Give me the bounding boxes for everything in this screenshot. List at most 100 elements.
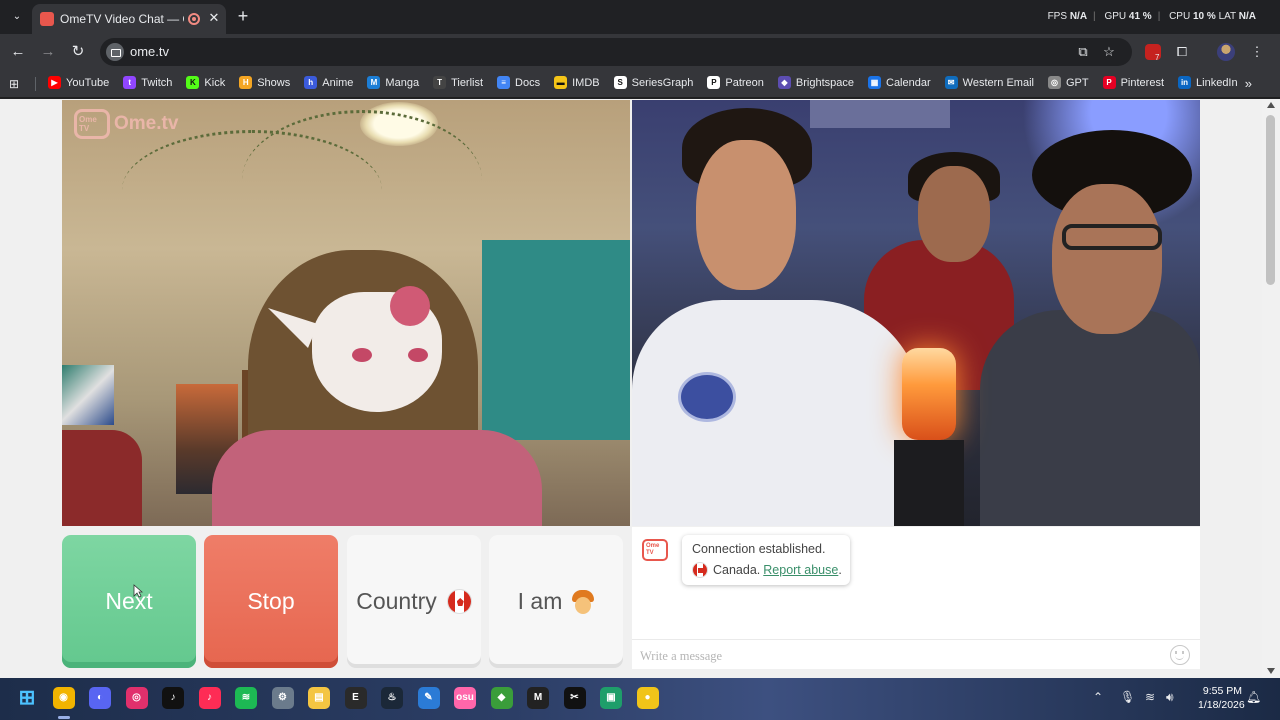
spotify-icon[interactable]: ≋	[235, 687, 257, 709]
bookmark-brightspace[interactable]: ◆ Brightspace	[777, 76, 854, 89]
bookmark-label: Brightspace	[795, 76, 854, 89]
microphone-icon[interactable]: 🎙︎	[1120, 690, 1135, 704]
bookmark-western-email[interactable]: ✉ Western Email	[944, 76, 1034, 89]
reload-icon[interactable]: ↻	[68, 42, 88, 62]
settings-icon[interactable]: ⚙	[271, 687, 294, 709]
cast-icon[interactable]: ⧉	[1074, 43, 1092, 61]
scroll-thumb[interactable]	[1266, 115, 1275, 285]
clock-time: 9:55 PM	[1202, 685, 1242, 697]
windows-start-icon[interactable]: ⊞	[16, 687, 38, 709]
instagram-icon[interactable]: ◎	[125, 687, 148, 709]
fps-value: N/A	[1069, 11, 1088, 22]
url-text[interactable]: ome.tv	[130, 44, 169, 59]
back-arrow-icon[interactable]: ←	[8, 42, 28, 62]
bookmark-gpt[interactable]: ◎ GPT	[1047, 76, 1089, 89]
close-tab-icon[interactable]: ✕	[206, 10, 222, 26]
bookmark-calendar[interactable]: ▦ Calendar	[868, 76, 931, 89]
linkedin-icon: in	[1178, 76, 1192, 89]
tiktok-icon[interactable]: ♪	[162, 687, 184, 709]
scroll-up-arrow-icon[interactable]	[1267, 102, 1275, 108]
bookmark-imdb[interactable]: ▬ IMDB	[554, 76, 600, 89]
steam-icon[interactable]: ♨	[381, 687, 403, 709]
bookmarks-list: ▶ YouTube t Twitch K Kick H Shows h Anime M Manga T T…	[48, 76, 1238, 89]
manga-icon: M	[367, 76, 381, 89]
chat-input-area	[632, 639, 1200, 669]
remote-video	[632, 100, 1200, 526]
kick-icon: K	[186, 76, 200, 89]
profile-avatar[interactable]	[1217, 43, 1235, 61]
notifications-bell-icon[interactable]: 🔔︎	[1246, 690, 1261, 706]
country-label: Country	[356, 588, 437, 614]
game-icon[interactable]: ◆	[490, 687, 513, 709]
file-explorer-icon[interactable]: ▤	[308, 687, 330, 709]
person-body	[632, 300, 922, 526]
forward-arrow-icon[interactable]: →	[38, 42, 58, 62]
circle-app-icon[interactable]: ●	[636, 687, 659, 709]
bookmark-label: Kick	[204, 76, 226, 89]
launcher-icon[interactable]: M	[527, 687, 549, 709]
bookmark-star-icon[interactable]: ☆	[1100, 43, 1118, 61]
more-bookmarks-chevron-icon[interactable]: »	[1245, 76, 1252, 91]
extensions-puzzle-icon[interactable]: ⧠	[1173, 43, 1191, 61]
tab-search-button[interactable]: ⌄	[6, 7, 28, 27]
volume-icon[interactable]: 🔊︎	[1166, 690, 1174, 705]
scroll-down-arrow-icon[interactable]	[1267, 668, 1275, 674]
logo-text: Ome.tv	[114, 113, 179, 134]
menu-kebab-icon[interactable]: ⋮	[1248, 43, 1266, 61]
shows-icon: H	[239, 76, 253, 89]
page-scrollbar[interactable]	[1262, 99, 1280, 678]
tab-ometv[interactable]: OmeTV Video Chat — Ome ✕	[32, 4, 226, 34]
bookmark-label: YouTube	[66, 76, 110, 89]
bookmark-tierlist[interactable]: T Tierlist	[433, 76, 483, 89]
vscode-icon[interactable]: ✎	[417, 687, 440, 709]
orange-lamp	[902, 348, 956, 440]
report-abuse-link[interactable]: Report abuse	[763, 563, 838, 577]
site-info-icon[interactable]	[106, 43, 124, 61]
bookmark-seriesgraph[interactable]: S SeriesGraph	[613, 76, 693, 89]
bookmark-shows[interactable]: H Shows	[239, 76, 290, 89]
wifi-icon[interactable]: ≋	[1145, 690, 1155, 704]
new-tab-button[interactable]: +	[234, 7, 252, 25]
tiktok-alt-icon[interactable]: ♪	[198, 687, 221, 709]
browser-toolbar: ← → ↻ ome.tv ⧉ ☆ 7 ⧠ ⋮	[0, 34, 1280, 70]
brightspace-icon: ◆	[777, 76, 791, 89]
cpu-label: CPU	[1169, 11, 1191, 22]
anime-icon: h	[304, 76, 318, 89]
osu-icon[interactable]: osu	[454, 687, 476, 709]
bookmarks-bar: ⊞ ▶ YouTube t Twitch K Kick H Shows h Anime M Manga…	[0, 70, 1280, 98]
bookmark-linkedin[interactable]: in LinkedIn	[1178, 76, 1238, 89]
bookmark-label: GPT	[1065, 76, 1089, 89]
gender-select-button[interactable]: I am	[489, 535, 623, 668]
bookmark-pinterest[interactable]: P Pinterest	[1102, 76, 1164, 89]
system-clock[interactable]: 9:55 PM 1/18/2026	[1198, 684, 1245, 712]
tab-title: OmeTV Video Chat — Ome	[60, 12, 184, 26]
show-hidden-icons-chevron-icon[interactable]: ⌃	[1093, 690, 1103, 704]
shirt-patch	[678, 372, 736, 422]
bookmark-twitch[interactable]: t Twitch	[123, 76, 172, 89]
chrome-icon[interactable]: ◉	[52, 687, 75, 709]
patreon-icon: P	[707, 76, 721, 89]
apps-grid-icon[interactable]: ⊞	[9, 77, 23, 91]
bookmark-label: Shows	[257, 76, 291, 89]
ometv-watermark-logo: Ome TV Ome.tv	[74, 109, 178, 139]
bookmark-patreon[interactable]: P Patreon	[707, 76, 764, 89]
bookmark-youtube[interactable]: ▶ YouTube	[48, 76, 109, 89]
ometv-tv-icon: Ome TV	[74, 109, 110, 139]
logo-badge-text: Ome TV	[79, 115, 97, 133]
address-bar[interactable]: ome.tv ⧉ ☆	[100, 38, 1132, 66]
bookmark-manga[interactable]: M Manga	[367, 76, 419, 89]
country-filter-button[interactable]: Country	[347, 535, 481, 668]
app-icon[interactable]: ▣	[600, 687, 622, 709]
bookmark-kick[interactable]: K Kick	[186, 76, 225, 89]
next-button[interactable]: Next	[62, 535, 196, 668]
bookmark-anime[interactable]: h Anime	[304, 76, 353, 89]
discord-icon[interactable]: ◐	[89, 687, 111, 709]
person-shirt	[212, 430, 542, 526]
capcut-icon[interactable]: ✂	[563, 687, 586, 709]
epic-games-icon[interactable]: E	[344, 687, 367, 709]
emoji-picker-icon[interactable]	[1170, 645, 1190, 665]
bookmark-docs[interactable]: ≡ Docs	[497, 76, 540, 89]
clock-date: 1/18/2026	[1198, 699, 1245, 711]
stop-button[interactable]: Stop	[204, 535, 338, 668]
chat-message-input[interactable]	[640, 647, 1160, 665]
